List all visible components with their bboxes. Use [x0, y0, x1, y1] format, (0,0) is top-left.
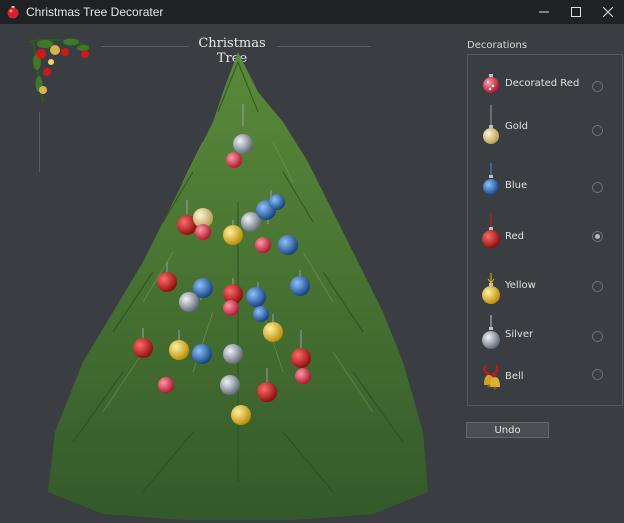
- red-ornament-icon: [482, 213, 500, 248]
- decoration-radio[interactable]: [592, 331, 603, 342]
- tree-ornament-blue: [192, 344, 212, 364]
- decoration-radio[interactable]: [592, 281, 603, 292]
- tree-ornament-silver: [223, 344, 243, 364]
- close-button[interactable]: [592, 0, 624, 24]
- decoration-label: Blue: [505, 180, 528, 191]
- decoration-radio[interactable]: [592, 369, 603, 380]
- decoration-label: Bell: [505, 371, 524, 382]
- decoration-radio[interactable]: [592, 125, 603, 136]
- tree-ornament-blue: [278, 235, 298, 255]
- decoration-label: Gold: [505, 121, 528, 132]
- yellow-ornament-icon: [482, 273, 500, 304]
- tree-ornament-yellow: [223, 225, 243, 245]
- decoration-option-yellow[interactable]: Yellow: [468, 269, 622, 309]
- title-bar: Christmas Tree Decorater: [0, 0, 624, 24]
- decoration-option-gold[interactable]: Gold: [468, 105, 622, 145]
- tree-ornament-yellow: [169, 340, 189, 360]
- tree-ornament-red: [257, 382, 277, 402]
- title-divider-left: [101, 46, 189, 47]
- silver-ornament-icon: [482, 315, 500, 349]
- tree-ornament-blue: [290, 276, 310, 296]
- tree-ornament-blue: [246, 287, 266, 307]
- minimize-button[interactable]: [528, 0, 560, 24]
- decoration-radio[interactable]: [592, 81, 603, 92]
- tree-ornament-silver: [179, 292, 199, 312]
- canvas-divider: [39, 112, 40, 172]
- decorations-panel: Decorated Red Gold Blue Red Yellow Silve…: [467, 54, 623, 406]
- decoration-option-bell[interactable]: Bell: [468, 361, 622, 401]
- maximize-icon: [571, 7, 581, 17]
- tree-ornament-decorated-red: [295, 368, 311, 384]
- tree-ornament-decorated-red: [158, 377, 174, 393]
- gold-ornament-icon: [483, 105, 499, 144]
- christmas-tree-image: [48, 52, 428, 520]
- tree-ornament-decorated-red: [255, 237, 271, 253]
- decoration-option-blue[interactable]: Blue: [468, 163, 622, 203]
- tree-canvas[interactable]: Christmas Tree: [3, 24, 458, 520]
- decoration-label: Yellow: [505, 280, 536, 291]
- title-divider-right: [277, 46, 371, 47]
- window-title: Christmas Tree Decorater: [26, 5, 164, 19]
- decoration-option-red[interactable]: Red: [468, 213, 622, 253]
- decoration-label: Red: [505, 231, 524, 242]
- tree-ornament-yellow: [263, 322, 283, 342]
- maximize-button[interactable]: [560, 0, 592, 24]
- tree-ornament-decorated-red: [223, 300, 239, 316]
- close-icon: [603, 7, 613, 17]
- decorations-label: Decorations: [467, 40, 528, 51]
- tree-ornament-red: [157, 272, 177, 292]
- decoration-option-silver[interactable]: Silver: [468, 315, 622, 355]
- decoration-option-decorated-red[interactable]: Decorated Red: [468, 64, 622, 104]
- decoration-label: Silver: [505, 329, 534, 340]
- tree-ornament-yellow: [231, 405, 251, 425]
- minimize-icon: [539, 11, 549, 13]
- tree-ornament-decorated-red: [195, 224, 211, 240]
- bell-icon: [483, 364, 500, 390]
- tree-ornament-silver: [220, 375, 240, 395]
- ornament-icon: [7, 6, 19, 19]
- tree-ornament-silver: [233, 134, 253, 154]
- tree-ornament-decorated-red: [226, 152, 242, 168]
- blue-ornament-icon: [483, 163, 499, 195]
- tree-ornament-blue: [253, 306, 269, 322]
- decorated-red-ornament-icon: [483, 74, 499, 93]
- decoration-label: Decorated Red: [505, 78, 580, 89]
- decoration-radio-selected[interactable]: [592, 231, 603, 242]
- undo-button[interactable]: Undo: [466, 422, 549, 438]
- tree-ornament-red: [291, 348, 311, 368]
- tree-ornament-red: [133, 338, 153, 358]
- tree-ornament-blue: [269, 194, 285, 210]
- decoration-radio[interactable]: [592, 182, 603, 193]
